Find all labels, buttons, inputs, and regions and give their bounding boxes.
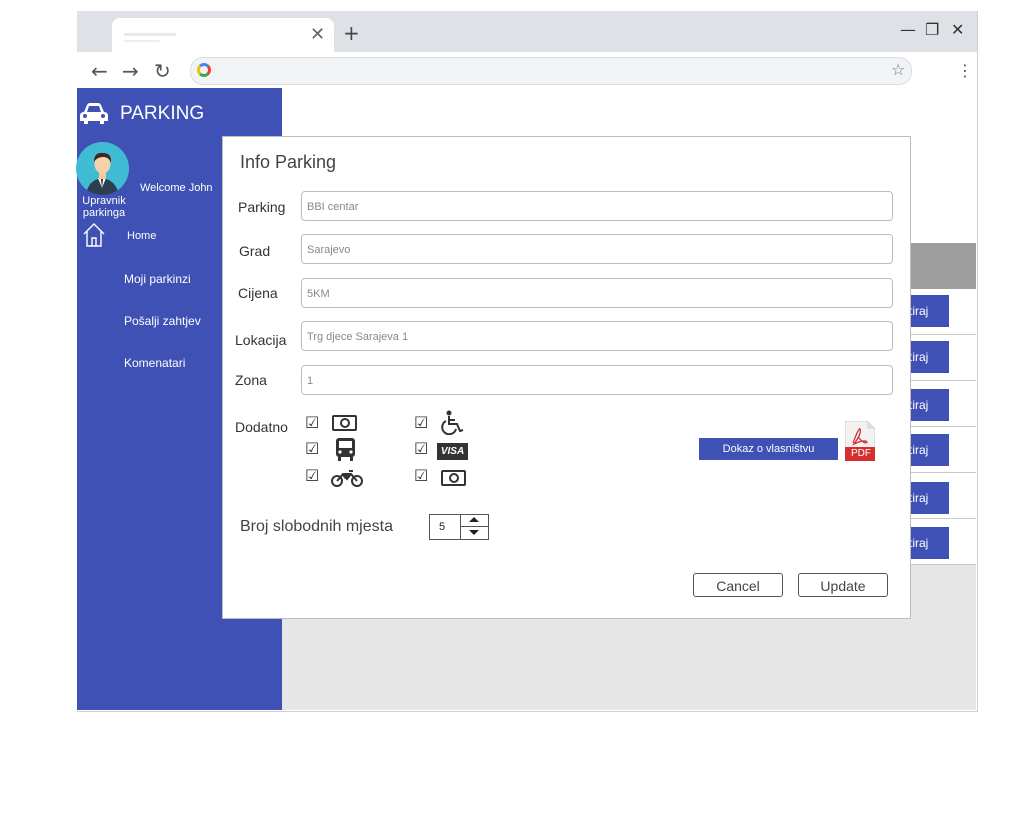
info-parking-modal: Info Parking Parking BBI centar Grad Sar… (222, 136, 911, 619)
slobodna-mjesta-stepper[interactable]: 5 (429, 514, 489, 540)
money-checkbox[interactable]: ☑ (305, 415, 319, 431)
sidebar-item-komentari[interactable]: Komenatari (124, 356, 185, 370)
grad-label: Grad (239, 243, 271, 259)
lokacija-input[interactable]: Trg djece Sarajeva 1 (301, 321, 893, 351)
visa-checkbox[interactable]: ☑ (414, 441, 428, 457)
home-icon[interactable] (82, 222, 106, 248)
motorcycle-checkbox[interactable]: ☑ (305, 468, 319, 484)
minimize-icon[interactable]: — (900, 20, 916, 39)
brand-title: PARKING (120, 103, 205, 124)
tab-subtitle-placeholder (124, 40, 160, 42)
row-edit-button[interactable]: tiraj (907, 341, 949, 373)
window-close-icon[interactable]: ✕ (951, 20, 964, 39)
decrement-arrow-icon[interactable] (469, 530, 479, 535)
money-checkbox-2[interactable]: ☑ (414, 468, 428, 484)
motorcycle-icon (331, 470, 363, 487)
broj-slobodnih-mjesta-label: Broj slobodnih mjesta (240, 518, 393, 535)
cijena-input[interactable]: 5KM (301, 278, 893, 308)
reload-icon[interactable]: ↻ (154, 61, 171, 81)
sidebar-item-posalji-zahtjev[interactable]: Pošalji zahtjev (124, 314, 201, 328)
tab-close-icon[interactable]: ✕ (310, 24, 325, 45)
browser-tab[interactable]: ✕ (112, 18, 334, 52)
stepper-value: 5 (439, 521, 446, 533)
row-edit-button[interactable]: tiraj (907, 295, 949, 327)
zona-label: Zona (235, 372, 267, 388)
new-tab-icon[interactable]: + (343, 21, 360, 45)
zona-input[interactable]: 1 (301, 365, 893, 395)
bus-icon (336, 438, 355, 461)
money-icon (332, 415, 357, 431)
browser-toolbar: ← → ↻ ☆ ⋮ (77, 52, 977, 88)
visa-icon: VISA (437, 443, 468, 460)
wheelchair-checkbox[interactable]: ☑ (414, 415, 428, 431)
money-icon (441, 470, 466, 486)
browser-menu-icon[interactable]: ⋮ (957, 61, 973, 80)
user-role: Upravnik parkinga (82, 195, 126, 219)
cancel-button[interactable]: Cancel (693, 573, 783, 597)
cijena-label: Cijena (238, 285, 278, 301)
user-avatar-icon (86, 152, 119, 195)
wheelchair-icon (441, 410, 464, 435)
tab-title-placeholder (124, 33, 176, 36)
bus-checkbox[interactable]: ☑ (305, 441, 319, 457)
row-edit-button[interactable]: tiraj (907, 434, 949, 466)
increment-arrow-icon[interactable] (469, 517, 479, 522)
google-icon (197, 63, 211, 77)
stepper-divider (460, 526, 489, 527)
sidebar-item-moji-parkinzi[interactable]: Moji parkinzi (124, 272, 191, 286)
bookmark-star-icon[interactable]: ☆ (891, 60, 905, 79)
stepper-divider (460, 515, 461, 539)
tab-strip: ✕ + — ❐ ✕ (77, 11, 977, 52)
row-edit-button[interactable]: tiraj (907, 527, 949, 559)
modal-title: Info Parking (240, 152, 337, 172)
row-edit-button[interactable]: tiraj (907, 482, 949, 514)
address-bar[interactable]: ☆ (190, 57, 912, 85)
parking-input[interactable]: BBI centar (301, 191, 893, 221)
pdf-label: PDF (851, 448, 871, 459)
forward-icon[interactable]: → (122, 61, 139, 81)
maximize-icon[interactable]: ❐ (925, 20, 939, 39)
welcome-text: Welcome John (140, 182, 213, 194)
avatar (76, 142, 129, 195)
lokacija-label: Lokacija (235, 332, 287, 348)
grad-input[interactable]: Sarajevo (301, 234, 893, 264)
parking-label: Parking (238, 199, 286, 215)
dodatno-label: Dodatno (235, 419, 288, 435)
sidebar-item-home[interactable]: Home (127, 230, 156, 242)
back-icon[interactable]: ← (91, 61, 108, 81)
dokaz-o-vlasnistvu-button[interactable]: Dokaz o vlasništvu (699, 438, 838, 460)
row-edit-button[interactable]: tiraj (907, 389, 949, 421)
car-icon (80, 103, 108, 124)
update-button[interactable]: Update (798, 573, 888, 597)
